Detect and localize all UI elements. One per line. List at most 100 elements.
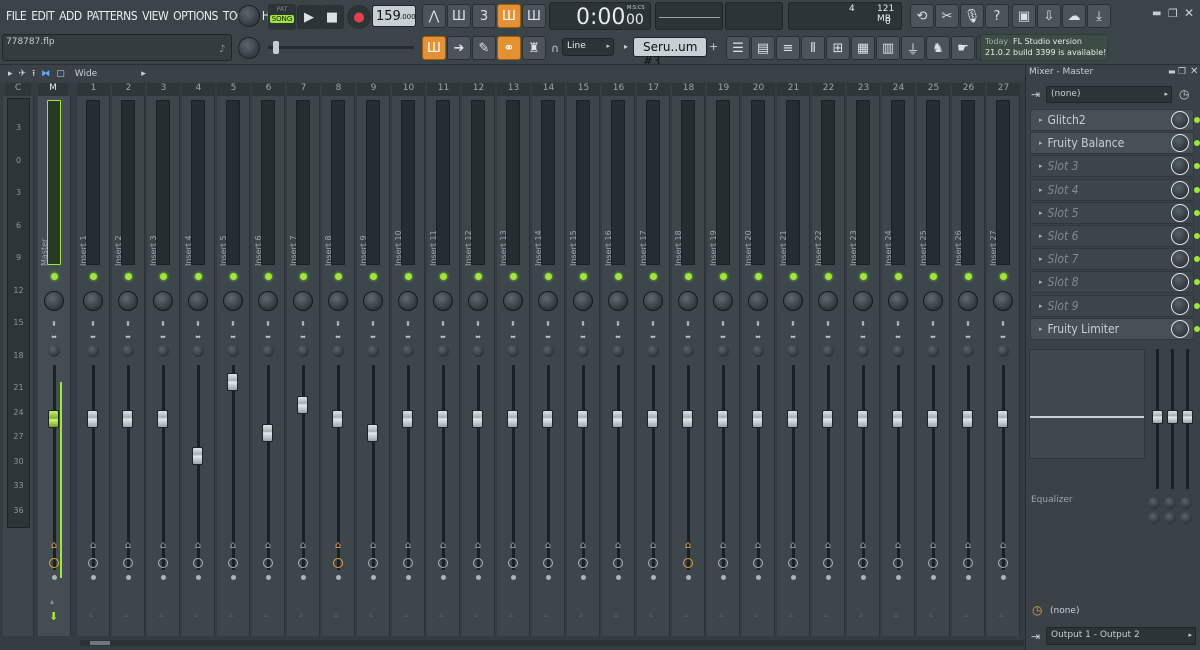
select-dot[interactable] — [581, 575, 586, 580]
volume-fader[interactable] — [997, 410, 1008, 429]
step-sequencer-button[interactable]: ▤ — [751, 36, 775, 60]
slot-enable-led[interactable] — [1194, 117, 1200, 123]
song-time-display[interactable]: 0:00 M:S:CS 00 — [549, 2, 651, 30]
pan-knob[interactable] — [363, 291, 383, 311]
effect-slot-9[interactable]: ▸ Slot 9 — [1030, 294, 1194, 317]
master-volume-knob[interactable] — [238, 5, 260, 27]
chevron-right-icon[interactable]: ▸ — [1039, 116, 1043, 124]
select-dot[interactable] — [651, 575, 656, 580]
mute-led[interactable] — [90, 273, 97, 280]
pan-knob[interactable] — [293, 291, 313, 311]
menu-arrow-icon[interactable]: ▸ — [8, 69, 13, 79]
swap-arrows-icon[interactable]: ⬌ — [227, 333, 239, 341]
playlist-arrow-button[interactable]: ➜ — [447, 36, 471, 60]
stereo-separation-knob[interactable] — [962, 345, 974, 357]
pan-knob[interactable] — [538, 291, 558, 311]
select-dot[interactable] — [861, 575, 866, 580]
stereo-separation-knob[interactable] — [262, 345, 274, 357]
slot-mix-knob[interactable] — [1171, 227, 1189, 245]
master-pitch-knob[interactable] — [238, 37, 260, 59]
select-dot[interactable] — [546, 575, 551, 580]
stereo-arrows-icon[interactable]: ⬍ — [612, 320, 624, 328]
select-dot[interactable] — [371, 575, 376, 580]
stereo-arrows-icon[interactable]: ⬍ — [962, 320, 974, 328]
effect-slot-2[interactable]: ▸ Fruity Balance — [1030, 132, 1194, 155]
select-dot[interactable] — [791, 575, 796, 580]
stereo-separation-knob[interactable] — [997, 345, 1009, 357]
clock-icon[interactable] — [648, 558, 658, 568]
select-dot[interactable] — [721, 575, 726, 580]
volume-fader[interactable] — [787, 410, 798, 429]
stereo-arrows-icon[interactable]: ⬍ — [787, 320, 799, 328]
swap-arrows-icon[interactable]: ⬌ — [682, 333, 694, 341]
chat-button[interactable]: ☁ — [1062, 4, 1086, 28]
stereo-arrows-icon[interactable]: ⬍ — [752, 320, 764, 328]
eq-knob-1[interactable] — [1148, 497, 1160, 509]
volume-fader[interactable] — [367, 424, 378, 443]
route-icon[interactable]: ⌂ — [227, 540, 239, 551]
stereo-arrows-icon[interactable]: ⬍ — [227, 320, 239, 328]
volume-fader[interactable] — [647, 410, 658, 429]
mute-led[interactable] — [1000, 273, 1007, 280]
swap-arrows-icon[interactable]: ⬌ — [962, 333, 974, 341]
select-dot[interactable] — [511, 575, 516, 580]
clock-icon[interactable] — [858, 558, 868, 568]
pan-knob[interactable] — [573, 291, 593, 311]
clock-icon[interactable] — [788, 558, 798, 568]
stereo-separation-knob[interactable] — [752, 345, 764, 357]
volume-fader[interactable] — [892, 410, 903, 429]
route-icon[interactable]: ⌂ — [122, 540, 134, 551]
effect-slot-5[interactable]: ▸ Slot 5 — [1030, 201, 1194, 224]
close-icon[interactable]: ✕ — [1184, 6, 1194, 20]
pan-knob[interactable] — [888, 291, 908, 311]
pan-knob[interactable] — [44, 291, 64, 311]
pan-knob[interactable] — [608, 291, 628, 311]
clock-icon[interactable] — [613, 558, 623, 568]
select-dot[interactable] — [826, 575, 831, 580]
eq-knob-4[interactable] — [1148, 512, 1160, 524]
audio-input-button[interactable]: 🎙 — [960, 4, 984, 28]
clock-icon[interactable] — [683, 558, 693, 568]
mute-led[interactable] — [545, 273, 552, 280]
effect-slot-7[interactable]: ▸ Slot 7 — [1030, 248, 1194, 271]
metronome-button[interactable]: ⋀ — [422, 4, 446, 28]
select-dot[interactable] — [52, 575, 57, 580]
stereo-arrows-icon[interactable]: ⬍ — [192, 320, 204, 328]
select-dot[interactable] — [476, 575, 481, 580]
mute-led[interactable] — [615, 273, 622, 280]
stereo-separation-knob[interactable] — [472, 345, 484, 357]
minimize-icon[interactable]: ▬ — [1168, 67, 1176, 76]
mute-led[interactable] — [335, 273, 342, 280]
swap-arrows-icon[interactable]: ⬌ — [927, 333, 939, 341]
stereo-separation-knob[interactable] — [297, 345, 309, 357]
route-icon[interactable]: ⌂ — [577, 540, 589, 551]
eq-knob-6[interactable] — [1180, 512, 1192, 524]
volume-fader[interactable] — [857, 410, 868, 429]
clock-icon[interactable] — [893, 558, 903, 568]
clock-icon[interactable] — [158, 558, 168, 568]
swap-arrows-icon[interactable]: ⬌ — [367, 333, 379, 341]
volume-fader[interactable] — [122, 410, 133, 429]
route-icon[interactable]: ⌂ — [787, 540, 799, 551]
route-icon[interactable]: ⌂ — [542, 540, 554, 551]
route-icon[interactable]: ⌂ — [507, 540, 519, 551]
undo-history-button[interactable]: ⟲ — [910, 4, 934, 28]
menu-options[interactable]: OPTIONS — [173, 9, 218, 23]
swap-arrows-icon[interactable]: ⬌ — [612, 333, 624, 341]
mute-led[interactable] — [125, 273, 132, 280]
snap-select[interactable]: Line ▸ — [562, 38, 614, 56]
swap-arrows-icon[interactable]: ⬌ — [752, 333, 764, 341]
swap-arrows-icon[interactable]: ⬌ — [542, 333, 554, 341]
select-dot[interactable] — [161, 575, 166, 580]
stereo-separation-knob[interactable] — [367, 345, 379, 357]
swap-arrows-icon[interactable]: ⬌ — [437, 333, 449, 341]
mute-led[interactable] — [195, 273, 202, 280]
step-edit-button[interactable]: Ш — [497, 4, 521, 28]
mixer-button[interactable]: ⫴ — [801, 36, 825, 60]
stereo-separation-knob[interactable] — [822, 345, 834, 357]
chevron-right-icon[interactable]: ▸ — [1039, 139, 1043, 147]
clock-icon[interactable] — [403, 558, 413, 568]
help-button[interactable]: ? — [985, 4, 1009, 28]
channel-selector[interactable]: Seru..um #3 — [633, 37, 707, 68]
slot-enable-led[interactable] — [1194, 163, 1200, 170]
